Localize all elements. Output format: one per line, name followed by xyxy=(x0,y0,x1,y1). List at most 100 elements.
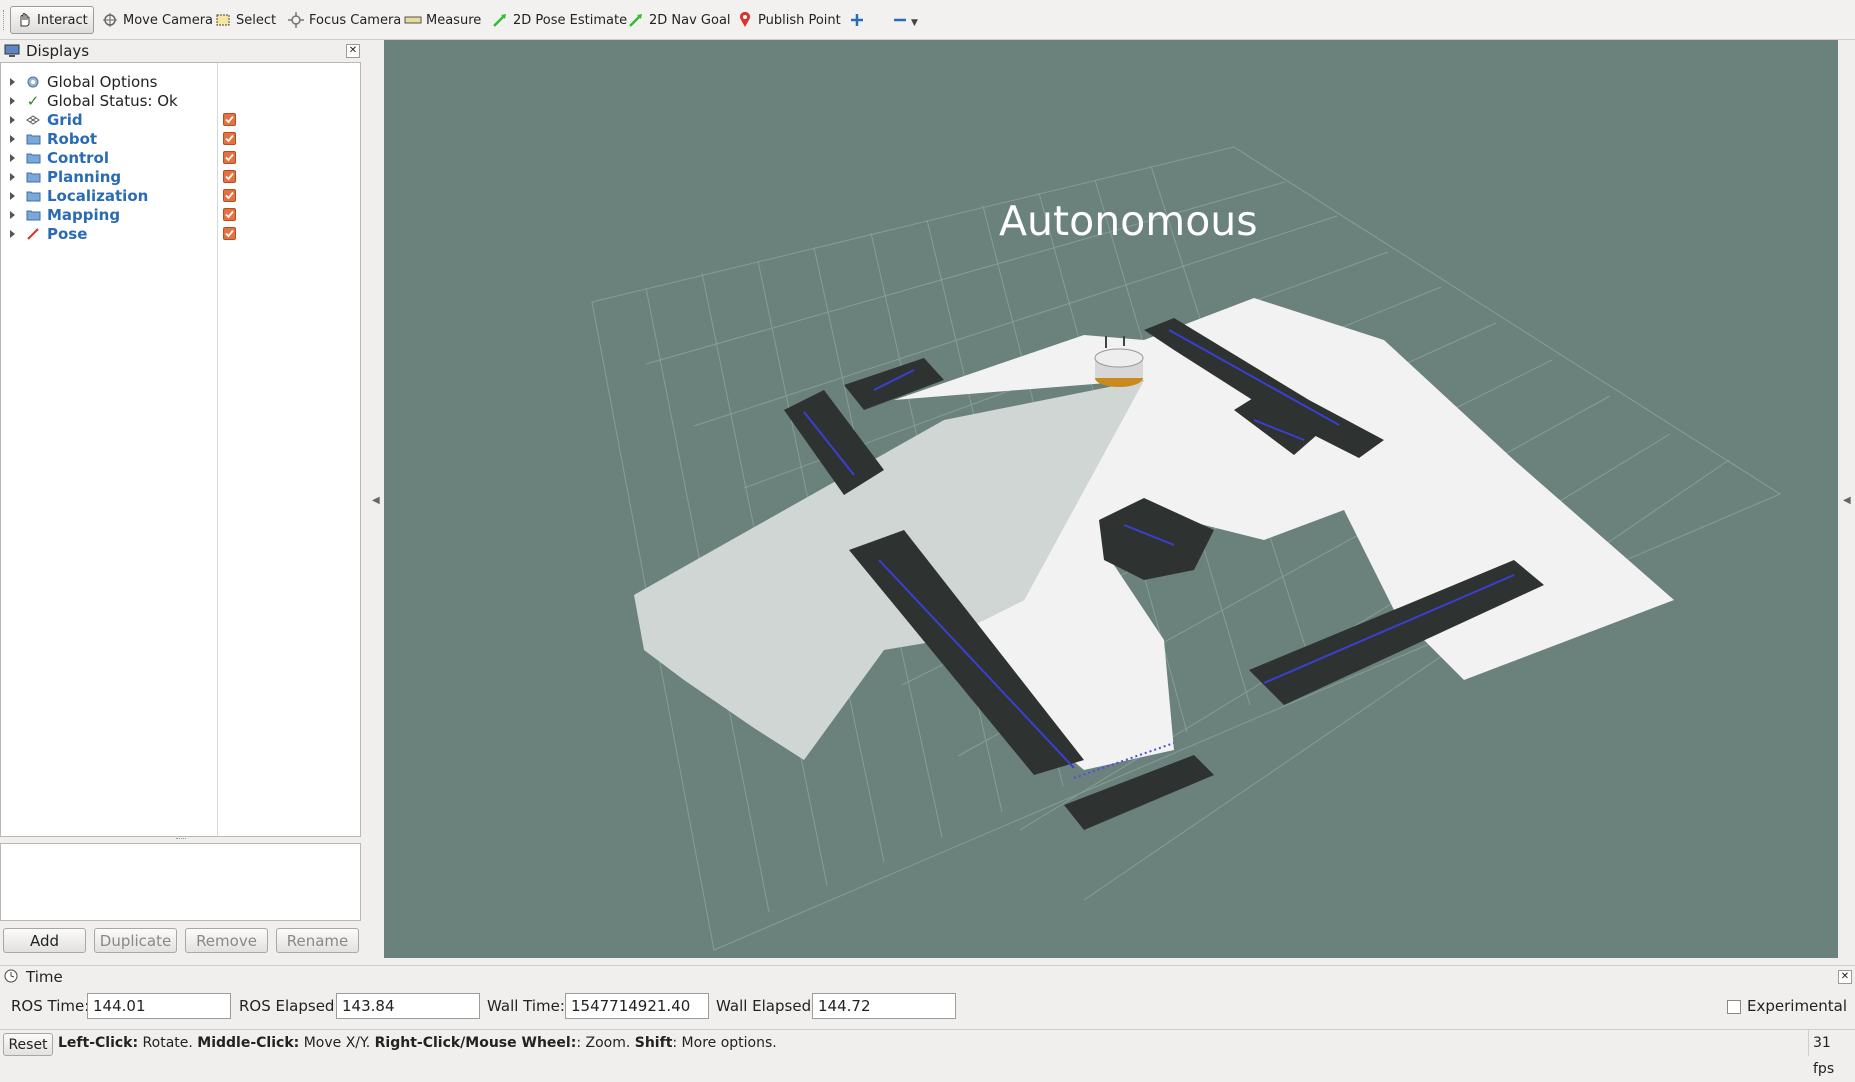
plus-icon xyxy=(848,11,866,29)
ros-time-field[interactable]: 144.01 xyxy=(87,993,231,1019)
displays-panel-header: Displays ✕ xyxy=(0,40,362,62)
expand-arrow-icon[interactable] xyxy=(10,229,15,238)
enable-checkbox[interactable] xyxy=(223,208,236,221)
enable-checkbox[interactable] xyxy=(223,132,236,145)
rename-label: Rename xyxy=(286,931,349,950)
wall-time-label: Wall Time: xyxy=(487,997,565,1015)
experimental-checkbox[interactable] xyxy=(1727,1000,1741,1014)
wall-time-field[interactable]: 1547714921.40 xyxy=(565,993,709,1019)
nav-goal-tool-button[interactable]: 2D Nav Goal xyxy=(623,6,735,34)
chevron-down-icon: ▼ xyxy=(911,18,918,28)
tree-label: Global Options xyxy=(47,72,158,91)
add-display-button[interactable]: Add xyxy=(3,928,86,953)
focus-camera-label: Focus Camera xyxy=(309,12,402,28)
help-right-click: Right-Click/Mouse Wheel: xyxy=(374,1035,577,1051)
tree-row-localization[interactable]: Localization xyxy=(1,186,360,205)
enable-checkbox[interactable] xyxy=(223,113,236,126)
folder-icon xyxy=(25,169,41,185)
toolbar-grip[interactable] xyxy=(3,10,6,30)
ruler-icon xyxy=(404,11,422,29)
tree-row-global-options[interactable]: Global Options xyxy=(1,72,360,91)
expand-arrow-icon[interactable] xyxy=(10,153,15,162)
tree-row-robot[interactable]: Robot xyxy=(1,129,360,148)
tree-label: Pose xyxy=(47,224,88,243)
pose-estimate-tool-button[interactable]: 2D Pose Estimate xyxy=(487,6,631,34)
tree-row-global-status[interactable]: ✓ Global Status: Ok xyxy=(1,91,360,110)
tree-label: Planning xyxy=(47,167,122,186)
fps-counter: 31 fps xyxy=(1808,1030,1855,1077)
tree-row-grid[interactable]: Grid xyxy=(1,110,360,129)
add-tool-button[interactable] xyxy=(844,6,874,34)
expand-arrow-icon[interactable] xyxy=(10,134,15,143)
time-panel-header: Time ✕ xyxy=(0,965,1855,988)
gear-icon xyxy=(25,74,41,90)
minus-icon xyxy=(891,11,909,29)
right-collapse-handle[interactable]: ◀ xyxy=(1843,495,1851,506)
ros-elapsed-field[interactable]: 143.84 xyxy=(336,993,480,1019)
expand-arrow-icon[interactable] xyxy=(10,96,15,105)
time-title: Time xyxy=(26,968,63,986)
scene-canvas xyxy=(591,146,1782,951)
tree-row-control[interactable]: Control xyxy=(1,148,360,167)
publish-point-tool-button[interactable]: Publish Point xyxy=(732,6,845,34)
map-pin-icon xyxy=(736,11,754,29)
green-arrow-icon xyxy=(627,11,645,29)
tree-label: Localization xyxy=(47,186,149,205)
duplicate-label: Duplicate xyxy=(99,931,172,950)
tree-label: Control xyxy=(47,148,110,167)
enable-checkbox[interactable] xyxy=(223,170,236,183)
expand-arrow-icon[interactable] xyxy=(10,77,15,86)
tree-row-mapping[interactable]: Mapping xyxy=(1,205,360,224)
remove-tool-dropdown[interactable]: ▼ xyxy=(887,6,922,34)
wall-elapsed-label: Wall Elapsed: xyxy=(716,997,817,1015)
wall-elapsed-field[interactable]: 144.72 xyxy=(812,993,956,1019)
enable-checkbox[interactable] xyxy=(223,151,236,164)
select-box-icon xyxy=(214,11,232,29)
focus-camera-icon xyxy=(287,11,305,29)
hand-cursor-icon xyxy=(15,11,33,29)
left-collapse-handle[interactable]: ◀ xyxy=(372,495,380,506)
monitor-icon xyxy=(4,43,22,59)
help-middle-desc: Move X/Y. xyxy=(299,1035,375,1051)
help-middle-click: Middle-Click: xyxy=(197,1035,300,1051)
nav-goal-label: 2D Nav Goal xyxy=(649,12,731,28)
folder-icon xyxy=(25,131,41,147)
tree-label: Robot xyxy=(47,129,98,148)
status-bar: Reset Left-Click: Rotate. Middle-Click: … xyxy=(0,1029,1855,1077)
move-camera-tool-button[interactable]: Move Camera xyxy=(97,6,217,34)
splitter-handle[interactable] xyxy=(176,838,186,842)
tree-row-planning[interactable]: Planning xyxy=(1,167,360,186)
interact-tool-button[interactable]: Interact xyxy=(10,6,94,34)
move-camera-icon xyxy=(101,11,119,29)
reset-button[interactable]: Reset xyxy=(3,1033,53,1056)
reset-label: Reset xyxy=(8,1036,48,1053)
enable-checkbox[interactable] xyxy=(223,189,236,202)
ros-elapsed-label: ROS Elapsed: xyxy=(239,997,340,1015)
select-label: Select xyxy=(236,12,277,28)
ros-time-label: ROS Time: xyxy=(11,997,90,1015)
check-icon: ✓ xyxy=(26,91,40,110)
select-tool-button[interactable]: Select xyxy=(210,6,280,34)
render-3d-view[interactable]: Autonomous xyxy=(384,40,1838,958)
close-icon[interactable]: ✕ xyxy=(1838,970,1852,984)
enable-checkbox[interactable] xyxy=(223,227,236,240)
help-shift: Shift xyxy=(634,1035,673,1051)
tree-row-pose[interactable]: Pose xyxy=(1,224,360,243)
focus-camera-tool-button[interactable]: Focus Camera xyxy=(283,6,405,34)
tree-label: Mapping xyxy=(47,205,121,224)
rename-display-button[interactable]: Rename xyxy=(276,928,359,953)
add-label: Add xyxy=(29,931,60,950)
pose-estimate-label: 2D Pose Estimate xyxy=(513,12,628,28)
grid-icon xyxy=(25,112,41,128)
expand-arrow-icon[interactable] xyxy=(10,210,15,219)
duplicate-display-button[interactable]: Duplicate xyxy=(94,928,177,953)
measure-tool-button[interactable]: Measure xyxy=(400,6,485,34)
remove-display-button[interactable]: Remove xyxy=(185,928,268,953)
close-icon[interactable]: ✕ xyxy=(346,44,360,58)
expand-arrow-icon[interactable] xyxy=(10,191,15,200)
expand-arrow-icon[interactable] xyxy=(10,172,15,181)
folder-icon xyxy=(25,188,41,204)
clock-icon xyxy=(4,969,20,985)
expand-arrow-icon[interactable] xyxy=(10,115,15,124)
arrow-icon xyxy=(25,226,41,242)
